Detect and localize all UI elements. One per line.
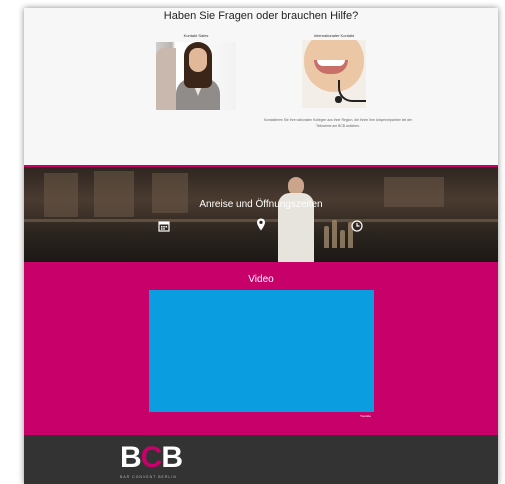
bcb-logo[interactable]: BCB BAR CONVENT BERLIN (120, 443, 196, 480)
logo-tagline: BAR CONVENT BERLIN (120, 475, 177, 479)
video-player[interactable] (149, 290, 374, 412)
help-section: Haben Sie Fragen oder brauchen Hilfe? Ko… (24, 8, 498, 166)
help-note-text: Kontaktieren Sie Ihre nationalen Kollege… (263, 118, 413, 128)
video-section: Video Youtube (24, 262, 498, 435)
footer: BCB BAR CONVENT BERLIN (24, 435, 498, 484)
location-pin-icon[interactable] (256, 218, 266, 236)
help-title: Haben Sie Fragen oder brauchen Hilfe? (163, 10, 359, 22)
intl-contact-photo[interactable] (302, 40, 366, 108)
sales-contact-label: Kontakt Sales (183, 33, 209, 38)
page-frame: Haben Sie Fragen oder brauchen Hilfe? Ko… (24, 8, 498, 484)
calendar-icon[interactable] (158, 219, 170, 237)
video-source-label[interactable]: Youtube (360, 414, 371, 418)
intl-contact-label: Internationaler Kontakt (313, 33, 355, 38)
video-title: Video (248, 274, 274, 285)
anreise-title: Anreise und Öffnungszeiten (199, 199, 323, 210)
bartender-figure (276, 177, 316, 262)
clock-icon[interactable] (351, 219, 363, 237)
anreise-section: Anreise und Öffnungszeiten (24, 167, 498, 262)
sales-contact-photo[interactable] (156, 42, 236, 110)
